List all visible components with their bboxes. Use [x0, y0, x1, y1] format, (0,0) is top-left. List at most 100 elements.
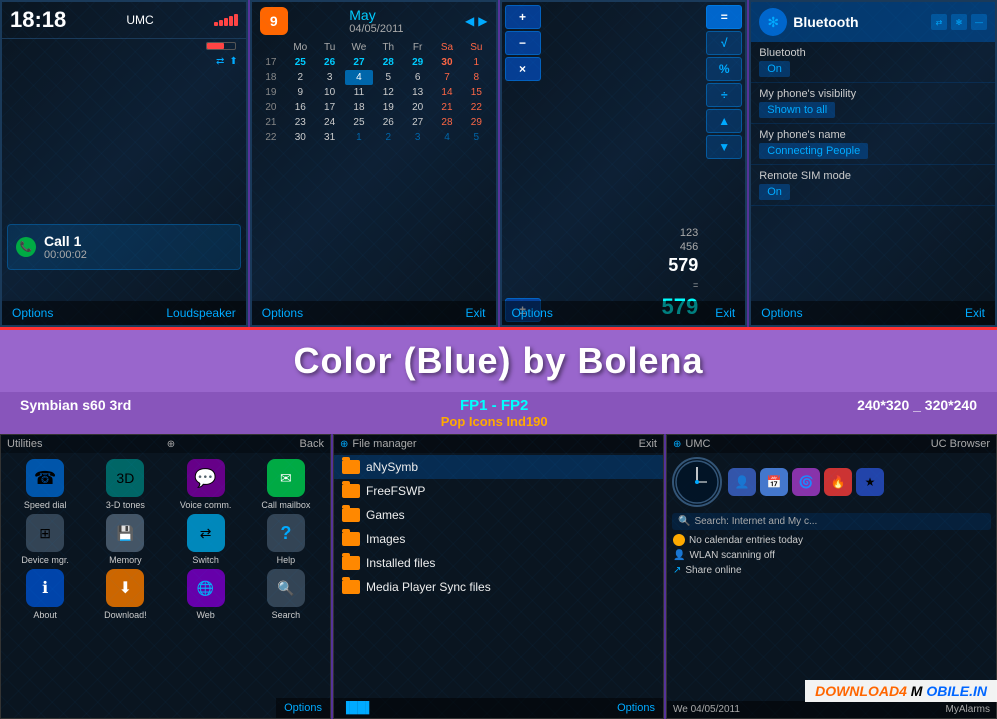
uc-icon-4[interactable]: 🔥: [824, 468, 852, 496]
day-4-next[interactable]: 4: [433, 130, 461, 145]
day-5[interactable]: 5: [374, 70, 402, 85]
uc-my-alarms[interactable]: MyAlarms: [946, 704, 990, 715]
day-6[interactable]: 6: [403, 70, 431, 85]
cal-right-arrow[interactable]: ▶: [478, 14, 487, 28]
util-help[interactable]: ? Help: [248, 514, 324, 565]
day-15[interactable]: 15: [462, 85, 490, 100]
calc-minus-btn[interactable]: −: [505, 31, 541, 55]
uc-search-bar[interactable]: 🔍 Search: Internet and My c...: [672, 513, 991, 530]
day-5-next[interactable]: 5: [462, 130, 490, 145]
day-28[interactable]: 28: [374, 55, 402, 70]
calc-percent-btn[interactable]: %: [706, 57, 742, 81]
day-3-next[interactable]: 3: [403, 130, 431, 145]
day-20[interactable]: 20: [403, 100, 431, 115]
day-28b[interactable]: 28: [433, 115, 461, 130]
utilities-back[interactable]: Back: [300, 438, 324, 450]
calc-plus-btn[interactable]: +: [505, 5, 541, 29]
calc-times-btn[interactable]: ×: [505, 57, 541, 81]
day-9[interactable]: 9: [286, 85, 314, 100]
screen1-loudspeaker[interactable]: Loudspeaker: [166, 306, 235, 320]
uc-icon-1[interactable]: 👤: [728, 468, 756, 496]
month-label: May: [349, 7, 403, 23]
day-18[interactable]: 18: [345, 100, 373, 115]
calc-right-buttons: = √ % ÷ ▲ ▼: [703, 2, 745, 325]
day-8[interactable]: 8: [462, 70, 490, 85]
day-4-today[interactable]: 4: [345, 70, 373, 85]
fm-item-freefswp[interactable]: FreeFSWP: [334, 479, 663, 503]
screen4-exit[interactable]: Exit: [965, 306, 985, 320]
fm-item-games[interactable]: Games: [334, 503, 663, 527]
day-29[interactable]: 29: [403, 55, 431, 70]
cal-left-arrow[interactable]: ◀: [465, 14, 474, 28]
fm-options[interactable]: Options: [617, 702, 655, 714]
screen1-options[interactable]: Options: [12, 306, 53, 320]
fm-item-images[interactable]: Images: [334, 527, 663, 551]
day-22[interactable]: 22: [462, 100, 490, 115]
calc-sqrt-btn[interactable]: √: [706, 31, 742, 55]
screen3-options[interactable]: Options: [512, 306, 553, 320]
day-1-prev[interactable]: 1: [462, 55, 490, 70]
day-25b[interactable]: 25: [345, 115, 373, 130]
day-7[interactable]: 7: [433, 70, 461, 85]
fm-item-anysymb[interactable]: aNySymb: [334, 455, 663, 479]
day-2[interactable]: 2: [286, 70, 314, 85]
bt-name-value[interactable]: Connecting People: [759, 143, 868, 159]
screen2-options[interactable]: Options: [262, 306, 303, 320]
download-label: Download!: [104, 610, 147, 620]
util-search[interactable]: 🔍 Search: [248, 569, 324, 620]
day-10[interactable]: 10: [315, 85, 343, 100]
day-27b[interactable]: 27: [403, 115, 431, 130]
transfer-icons: ⇄ ⬆: [2, 53, 246, 70]
day-14[interactable]: 14: [433, 85, 461, 100]
day-2-next[interactable]: 2: [374, 130, 402, 145]
util-call-mailbox[interactable]: ✉ Call mailbox: [248, 459, 324, 510]
util-memory[interactable]: 💾 Memory: [87, 514, 163, 565]
day-25[interactable]: 25: [286, 55, 314, 70]
day-26[interactable]: 26: [315, 55, 343, 70]
util-about[interactable]: ℹ About: [7, 569, 83, 620]
util-voice-comm[interactable]: 💬 Voice comm.: [168, 459, 244, 510]
bt-sim-value[interactable]: On: [759, 184, 790, 200]
screen2-exit[interactable]: Exit: [465, 306, 485, 320]
calc-nav-up[interactable]: ▲: [706, 109, 742, 133]
screen4-options[interactable]: Options: [761, 306, 802, 320]
day-3[interactable]: 3: [315, 70, 343, 85]
uc-icon-5[interactable]: ★: [856, 468, 884, 496]
day-30[interactable]: 30: [433, 55, 461, 70]
day-29b[interactable]: 29: [462, 115, 490, 130]
uc-icon-2[interactable]: 📅: [760, 468, 788, 496]
fm-item-installed[interactable]: Installed files: [334, 551, 663, 575]
day-1-next[interactable]: 1: [345, 130, 373, 145]
calc-div-btn[interactable]: ÷: [706, 83, 742, 107]
day-23[interactable]: 23: [286, 115, 314, 130]
calc-nav-down[interactable]: ▼: [706, 135, 742, 159]
day-27[interactable]: 27: [345, 55, 373, 70]
day-11[interactable]: 11: [345, 85, 373, 100]
day-19[interactable]: 19: [374, 100, 402, 115]
calc-equals-btn[interactable]: =: [706, 5, 742, 29]
util-switch[interactable]: ⇄ Switch: [168, 514, 244, 565]
day-30b[interactable]: 30: [286, 130, 314, 145]
day-31[interactable]: 31: [315, 130, 343, 145]
day-16[interactable]: 16: [286, 100, 314, 115]
day-21[interactable]: 21: [433, 100, 461, 115]
uc-icon-3[interactable]: 🌀: [792, 468, 820, 496]
fm-exit[interactable]: Exit: [639, 438, 657, 450]
day-26b[interactable]: 26: [374, 115, 402, 130]
day-17[interactable]: 17: [315, 100, 343, 115]
util-speed-dial[interactable]: ☎ Speed dial: [7, 459, 83, 510]
3d-tones-icon: 3D: [106, 459, 144, 497]
util-web[interactable]: 🌐 Web: [168, 569, 244, 620]
bt-minimize-icon[interactable]: —: [971, 14, 987, 30]
util-3d-tones[interactable]: 3D 3-D tones: [87, 459, 163, 510]
bt-bluetooth-value[interactable]: On: [759, 61, 790, 77]
util-bottom-options[interactable]: Options: [276, 698, 330, 718]
util-download[interactable]: ⬇ Download!: [87, 569, 163, 620]
util-device-mgr[interactable]: ⊞ Device mgr.: [7, 514, 83, 565]
fm-item-mediaplayer[interactable]: Media Player Sync files: [334, 575, 663, 599]
screen3-exit[interactable]: Exit: [715, 306, 735, 320]
bt-visibility-value[interactable]: Shown to all: [759, 102, 835, 118]
day-24[interactable]: 24: [315, 115, 343, 130]
day-12[interactable]: 12: [374, 85, 402, 100]
day-13[interactable]: 13: [403, 85, 431, 100]
